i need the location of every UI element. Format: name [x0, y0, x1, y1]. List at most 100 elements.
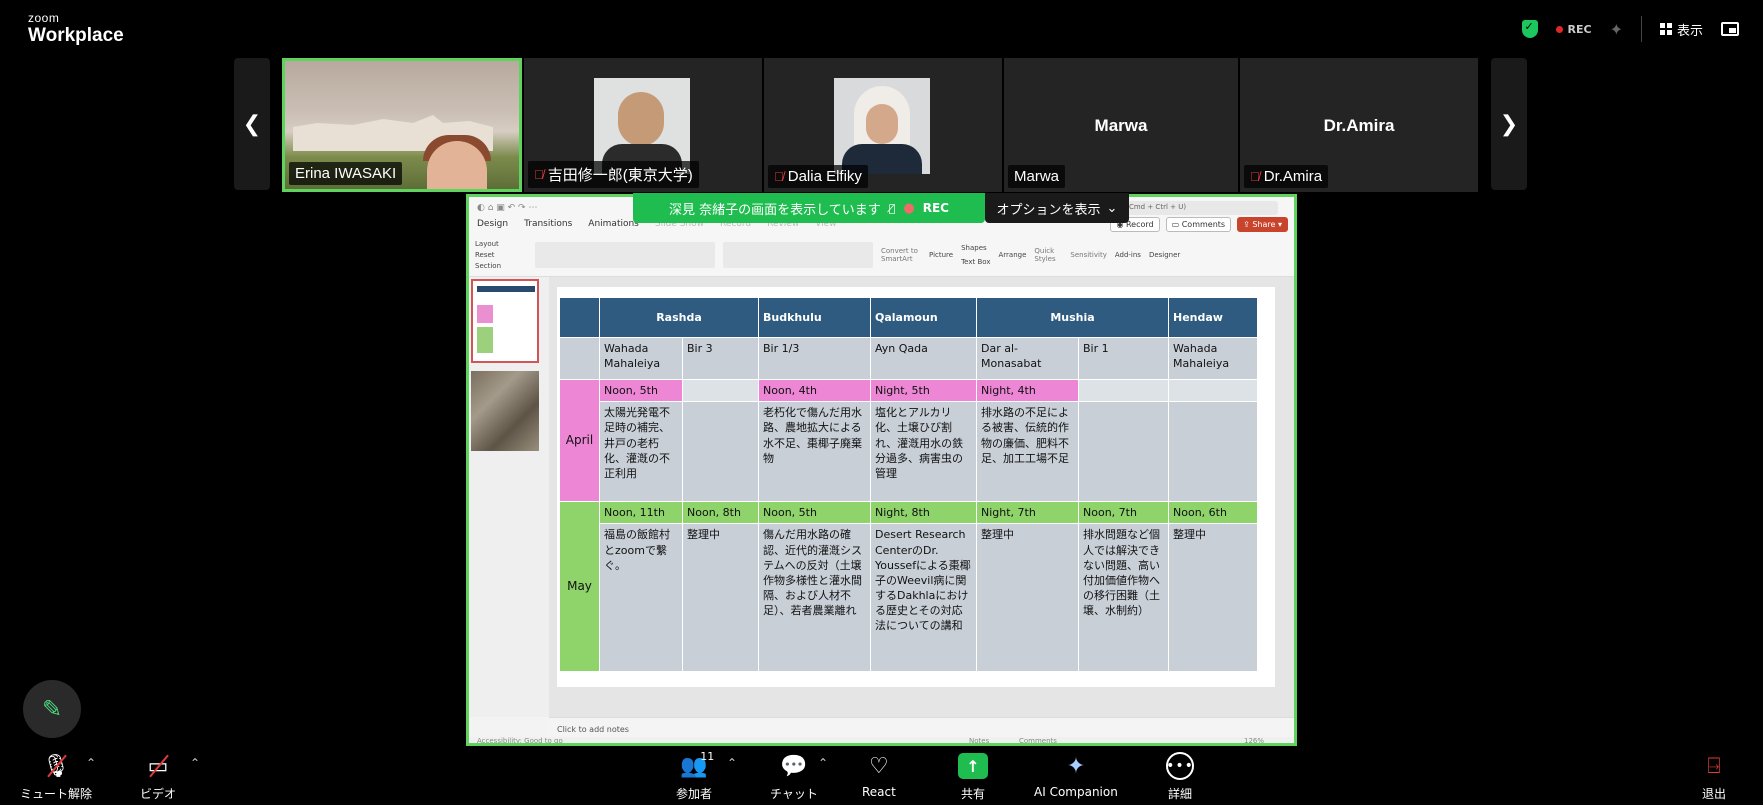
- video-button[interactable]: ▭ ビデオ: [140, 752, 176, 802]
- ai-sparkle-icon[interactable]: ✦: [1610, 20, 1623, 39]
- ppt-shapes-button[interactable]: Shapes: [961, 244, 990, 252]
- ppt-search-box[interactable]: rch (Cmd + Ctrl + U): [1108, 201, 1278, 215]
- ppt-convert-smartart[interactable]: Convert to SmartArt: [881, 247, 921, 263]
- header-rashda: Rashda: [599, 297, 759, 338]
- unmute-button[interactable]: 🎙 ミュート解除: [20, 752, 92, 802]
- april-time-cell: Noon, 4th: [758, 378, 871, 403]
- ppt-paragraph-controls[interactable]: [723, 242, 873, 268]
- april-note-cell: 塩化とアルカリ化、土壌ひび割れ、灌漑用水の鉄分過多、病害虫の管理: [870, 401, 977, 503]
- ai-companion-button[interactable]: ✦ AI Companion: [1034, 752, 1118, 800]
- ppt-font-controls[interactable]: [535, 242, 715, 268]
- annotate-pen-button[interactable]: ✎: [23, 680, 81, 738]
- rec-dot-icon: ●: [903, 200, 915, 216]
- slide: Rashda Budkhulu Qalamoun Mushia Hendaw W…: [557, 287, 1275, 687]
- thumb-may: [477, 327, 493, 353]
- zoom-level[interactable]: 126%: [1244, 737, 1264, 743]
- participant-tile-dalia[interactable]: 🎙̸ Dalia Elfiky: [764, 58, 1002, 192]
- participant-center-name: Marwa: [1094, 116, 1148, 135]
- april-time-cell: [1168, 378, 1258, 403]
- pencil-icon: ✎: [41, 695, 63, 723]
- participant-name: 🎙̸ Dr.Amira: [1244, 165, 1329, 188]
- slide-thumbnail-1[interactable]: [471, 279, 539, 363]
- leave-button[interactable]: ⍈ 退出: [1702, 752, 1726, 802]
- tab-transitions[interactable]: Transitions: [524, 219, 572, 229]
- april-note-cell: 排水路の不足による被害、伝統的作物の廉価、肥料不足、加工工場不足: [976, 401, 1079, 503]
- tab-animations[interactable]: Animations: [588, 219, 639, 229]
- ppt-reset-button[interactable]: Reset: [475, 251, 527, 259]
- ai-sparkle-icon: ✦: [1066, 753, 1086, 779]
- mute-slash: [47, 754, 67, 778]
- subheader-cell: Dar al-Monasabat: [976, 337, 1079, 380]
- ppt-quickstyles-button[interactable]: Quick Styles: [1034, 247, 1062, 263]
- participant-name: Marwa: [1008, 165, 1066, 188]
- ppt-share-button[interactable]: ⇪ Share ▾: [1237, 217, 1288, 232]
- slide-thumbnail-2[interactable]: [471, 371, 539, 451]
- april-note-cell: [1078, 401, 1169, 503]
- view-label: 表示: [1676, 23, 1703, 39]
- ppt-picture-button[interactable]: Picture: [929, 251, 953, 259]
- video-options-chevron-icon[interactable]: ⌃: [190, 756, 200, 770]
- more-button[interactable]: ••• 詳細: [1166, 752, 1194, 802]
- recording-indicator[interactable]: REC: [1555, 22, 1592, 36]
- participant-tile-erina[interactable]: Erina IWASAKI: [282, 58, 522, 192]
- picture-in-picture-icon[interactable]: [1721, 22, 1739, 36]
- tab-design[interactable]: Design: [477, 219, 508, 229]
- april-time-cell: Night, 5th: [870, 378, 977, 403]
- chat-button[interactable]: 💬 チャット: [770, 752, 818, 802]
- ppt-arrange-button[interactable]: Arrange: [998, 251, 1026, 259]
- ppt-slide-group: Layout Reset Section: [475, 240, 527, 270]
- participant-tile-yoshida[interactable]: 🎙̸ 吉田修一郎(東京大学): [524, 58, 762, 192]
- ppt-sensitivity-button[interactable]: Sensitivity: [1070, 251, 1106, 259]
- ppt-comments-button[interactable]: ▭ Comments: [1165, 217, 1232, 232]
- grid-view-icon: [1659, 23, 1672, 35]
- may-time-cell: Noon, 7th: [1078, 501, 1169, 525]
- exit-icon: ⍈: [1707, 753, 1721, 779]
- rec-label: REC: [1567, 22, 1592, 36]
- share-banner-text: 深見 奈緒子の画面を表示しています: [669, 202, 881, 218]
- may-time-cell: Noon, 11th: [599, 501, 683, 525]
- view-button[interactable]: 表示: [1659, 20, 1703, 39]
- april-time-cell: Noon, 5th: [599, 378, 683, 403]
- security-shield-icon[interactable]: [1521, 20, 1538, 38]
- comments-toggle[interactable]: Comments: [1019, 737, 1057, 743]
- participants-button[interactable]: 👥 11 参加者: [676, 750, 715, 802]
- ppt-insert-group: Shapes Text Box: [961, 244, 990, 266]
- ppt-layout-button[interactable]: Layout: [475, 240, 527, 248]
- notes-toggle[interactable]: Notes: [969, 737, 989, 743]
- ppt-section-button[interactable]: Section: [475, 262, 527, 270]
- participant-tile-marwa[interactable]: Marwa Marwa: [1004, 58, 1238, 192]
- chevron-right-icon: ❯: [1499, 111, 1519, 137]
- ppt-addins-button[interactable]: Add-ins: [1115, 251, 1141, 259]
- header-budkhulu: Budkhulu: [758, 297, 871, 338]
- gallery-next-button[interactable]: ❯: [1491, 58, 1527, 190]
- screen-share-banner: 深見 奈緒子の画面を表示しています 🎙̸ ● REC: [633, 193, 985, 223]
- may-note-cell: 整理中: [1168, 523, 1258, 673]
- participant-photo: [834, 78, 930, 174]
- share-screen-button[interactable]: ↑ 共有: [958, 752, 988, 802]
- may-time-cell: Night, 7th: [976, 501, 1079, 525]
- view-options-button[interactable]: オプションを表示 ⌄: [985, 193, 1129, 223]
- schedule-table: Rashda Budkhulu Qalamoun Mushia Hendaw W…: [559, 297, 1258, 673]
- participant-count: 11: [700, 750, 715, 763]
- row-label-may: May: [559, 501, 600, 673]
- ppt-designer-button[interactable]: Designer: [1149, 251, 1180, 259]
- gallery-strip: ❮ Erina IWASAKI 🎙̸ 吉田修一郎(東京大学) 🎙̸ Dalia El…: [0, 58, 1763, 194]
- mic-muted-icon: 🎙̸: [534, 167, 544, 182]
- accessibility-status[interactable]: Accessibility: Good to go: [477, 737, 563, 743]
- subheader-cell: Wahada Mahaleiya: [599, 337, 683, 380]
- participants-icon: 👥 11: [680, 750, 715, 779]
- video-slash: [149, 754, 169, 778]
- gallery-prev-button[interactable]: ❮: [234, 58, 270, 190]
- slide-thumbnails-pane: [469, 277, 549, 717]
- april-note-cell: [1168, 401, 1258, 503]
- react-button[interactable]: ♡ React: [862, 752, 896, 800]
- audio-options-chevron-icon[interactable]: ⌃: [86, 756, 96, 770]
- ppt-status-bar: Accessibility: Good to go Notes Comments…: [469, 737, 1294, 743]
- ppt-textbox-button[interactable]: Text Box: [961, 258, 990, 266]
- rec-dot-icon: [1555, 25, 1563, 33]
- subheader-cell: Wahada Mahaleiya: [1168, 337, 1258, 380]
- participant-tile-amira[interactable]: Dr.Amira 🎙̸ Dr.Amira: [1240, 58, 1478, 192]
- participants-options-chevron-icon[interactable]: ⌃: [727, 756, 737, 770]
- more-dots-icon: •••: [1166, 752, 1194, 780]
- chat-options-chevron-icon[interactable]: ⌃: [818, 756, 828, 770]
